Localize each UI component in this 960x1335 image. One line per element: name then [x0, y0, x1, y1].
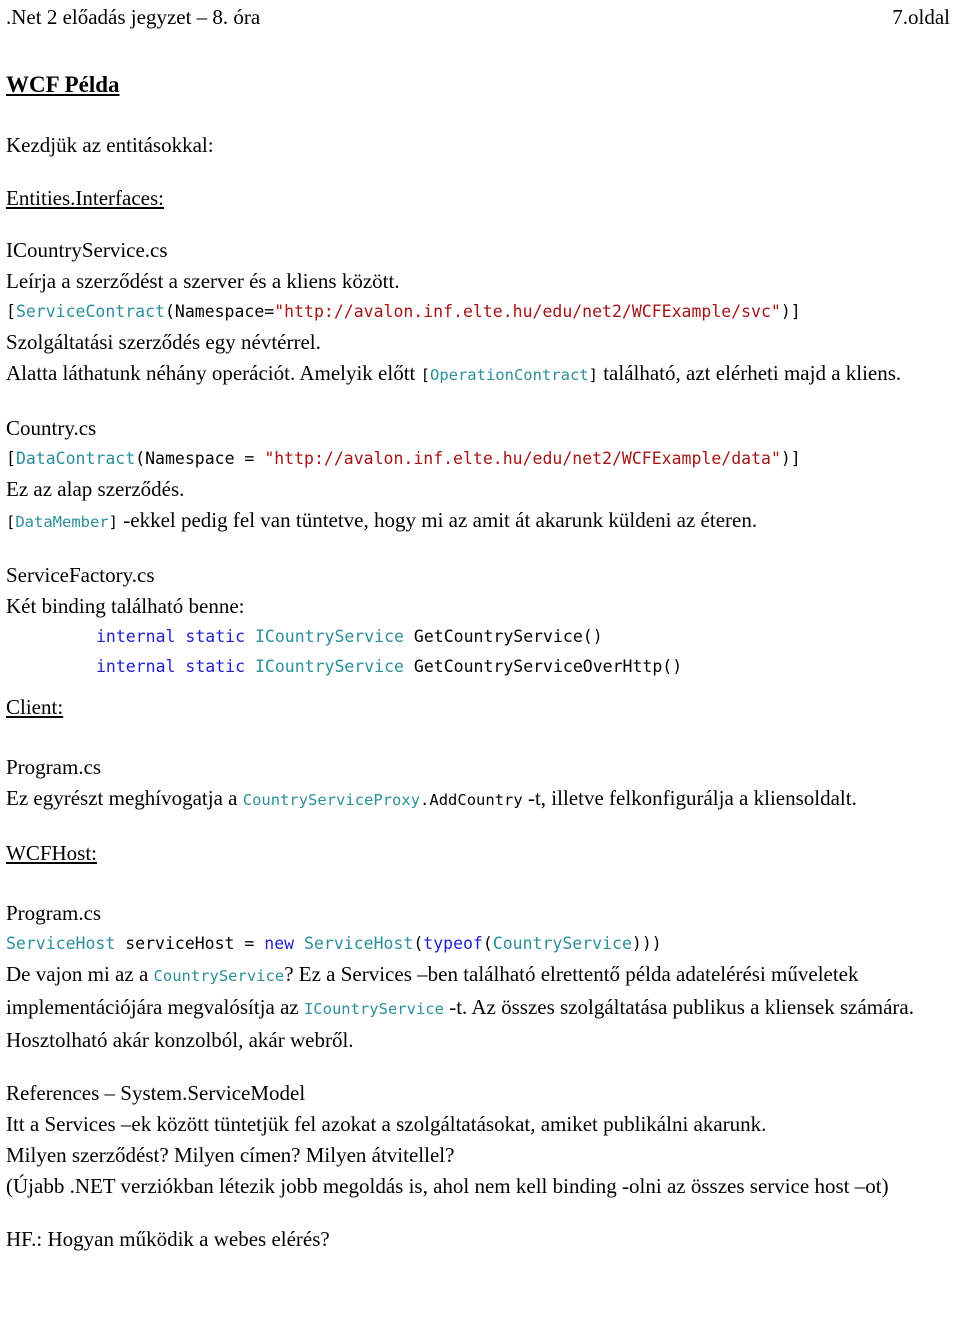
code-token-string: "http://avalon.inf.elte.hu/edu/net2/WCFE… — [274, 302, 781, 321]
code-token-countryserviceproxy: CountryServiceProxy — [242, 791, 421, 809]
code-token-bracket: [ — [420, 366, 430, 384]
file-icountryservice-cs: ICountryService.cs — [6, 238, 168, 262]
code-token-datamember: DataMember — [15, 513, 109, 531]
code-token-method: GetCountryServiceOverHttp() — [413, 657, 683, 676]
intro-line: Kezdjük az entitásokkal: — [6, 133, 214, 157]
heading-wcfhost-wrap: WCFHost: — [6, 838, 954, 868]
code-token-variable: serviceHost = — [115, 934, 265, 953]
desc-operationcontract-part-a: Alatta láthatunk néhány operációt. Amely… — [6, 361, 421, 385]
page-title: WCF Példa — [6, 72, 120, 97]
heading-entities-interfaces-wrap: Entities.Interfaces: — [6, 183, 954, 213]
page-header: .Net 2 előadás jegyzet – 8. óra 7.oldal — [6, 0, 954, 32]
desc-operationcontract: Alatta láthatunk néhány operációt. Amely… — [6, 358, 954, 391]
code-token-new: new — [264, 934, 295, 953]
code-token-bracket: [ — [6, 302, 16, 321]
file-servicefactory-cs: ServiceFactory.cs — [6, 563, 155, 587]
desc-datamember: [DataMember] -ekkel pedig fel van tüntet… — [6, 505, 954, 538]
code-token-paren: ( — [413, 934, 424, 953]
section-entities-interfaces: Entities.Interfaces: ICountryService.cs … — [6, 183, 954, 682]
code-token-internal: internal — [96, 627, 176, 646]
heading-wcfhost: WCFHost: — [6, 841, 98, 865]
code-token-servicehost-type: ServiceHost — [6, 934, 116, 953]
code-token-internal: internal — [96, 657, 176, 676]
file-country-cs: Country.cs — [6, 416, 97, 440]
code-token-type: ServiceContract — [15, 302, 165, 321]
desc-service-contract-namespace: Szolgáltatási szerződés egy névtérrel. — [6, 330, 321, 354]
code-token-countryservice: CountryService — [153, 967, 285, 985]
heading-entities-interfaces: Entities.Interfaces: — [6, 186, 165, 210]
section-references: References – System.ServiceModel Itt a S… — [6, 1078, 954, 1202]
file-wcfhost-program-cs: Program.cs — [6, 901, 102, 925]
code-token-paren: ( — [135, 449, 146, 468]
code-token-attr: Namespace = — [145, 449, 265, 468]
code-token-tail: )] — [780, 302, 801, 321]
code-token-type: DataContract — [15, 449, 136, 468]
references-heading: References – System.ServiceModel — [6, 1081, 306, 1105]
heading-client-wrap: Client: — [6, 692, 954, 722]
code-token-paren: ( — [164, 302, 175, 321]
code-servicehost-instantiation: ServiceHost serviceHost = new ServiceHos… — [6, 929, 954, 959]
file-client-program-cs: Program.cs — [6, 755, 102, 779]
code-datacontract-attribute: [DataContract(Namespace = "http://avalon… — [6, 444, 954, 474]
desc-client-part-b: -t, illetve felkonfigurálja a kliensolda… — [522, 786, 857, 810]
references-line-4: (Újabb .NET verziókban létezik jobb mego… — [6, 1174, 889, 1198]
header-left-text: .Net 2 előadás jegyzet – 8. óra — [6, 5, 261, 29]
desc-countryservice-part-a: De vajon mi az a — [6, 962, 154, 986]
references-line-2: Itt a Services –ek között tüntetjük fel … — [6, 1112, 767, 1136]
code-token-method: GetCountryService() — [413, 627, 603, 646]
desc-ket-binding: Két binding található benne: — [6, 594, 245, 618]
code-token-static: static — [185, 627, 246, 646]
code-token-static: static — [185, 657, 246, 676]
code-token-typeof: typeof — [423, 934, 483, 953]
desc-client-part-a: Ez egyrészt meghívogatja a — [6, 786, 243, 810]
desc-alap-szerzodes: Ez az alap szerződés. — [6, 477, 185, 501]
code-token-attr: Namespace= — [174, 302, 275, 321]
document-page: .Net 2 előadás jegyzet – 8. óra 7.oldal … — [0, 0, 960, 1335]
desc-countryservice: De vajon mi az a CountryService? Ez a Se… — [6, 959, 954, 1056]
code-token-type: ICountryService — [254, 627, 404, 646]
desc-client-program: Ez egyrészt meghívogatja a CountryServic… — [6, 783, 954, 816]
code-token-addcountry: .AddCountry — [420, 791, 523, 809]
homework-line: HF.: Hogyan működik a webes elérés? — [6, 1227, 330, 1251]
code-token-tail: ))) — [631, 934, 662, 953]
code-token-string: "http://avalon.inf.elte.hu/edu/net2/WCFE… — [264, 449, 781, 468]
code-token-bracket-close: ] — [588, 366, 598, 384]
desc-operationcontract-part-b: található, azt elérheti majd a kliens. — [597, 361, 902, 385]
code-token-type: ICountryService — [254, 657, 404, 676]
code-getcountryserviceoverhttp: internal static ICountryService GetCount… — [6, 652, 954, 682]
code-token-icountryservice: ICountryService — [303, 1000, 444, 1018]
heading-client: Client: — [6, 695, 64, 719]
code-token-countryservice: CountryService — [492, 934, 632, 953]
code-token-bracket-close: ] — [108, 513, 119, 531]
desc-icountryservice: Leírja a szerződést a szerver és a klien… — [6, 269, 400, 293]
section-wcfhost: WCFHost: Program.cs ServiceHost serviceH… — [6, 838, 954, 1056]
code-token-bracket: [ — [6, 513, 16, 531]
code-token-tail: )] — [780, 449, 801, 468]
page-number: 7.oldal — [892, 5, 950, 29]
code-servicecontract-attribute: [ServiceContract(Namespace="http://avalo… — [6, 297, 954, 327]
desc-datamember-text: -ekkel pedig fel van tüntetve, hogy mi a… — [118, 508, 758, 532]
code-getcountryservice: internal static ICountryService GetCount… — [6, 622, 954, 652]
code-token-bracket: [ — [6, 449, 16, 468]
code-token-paren-2: ( — [482, 934, 493, 953]
references-line-3: Milyen szerződést? Milyen címen? Milyen … — [6, 1143, 455, 1167]
code-token-operationcontract: OperationContract — [429, 366, 589, 384]
code-token-servicehost-ctor: ServiceHost — [304, 934, 414, 953]
section-client: Client: Program.cs Ez egyrészt meghívoga… — [6, 692, 954, 816]
